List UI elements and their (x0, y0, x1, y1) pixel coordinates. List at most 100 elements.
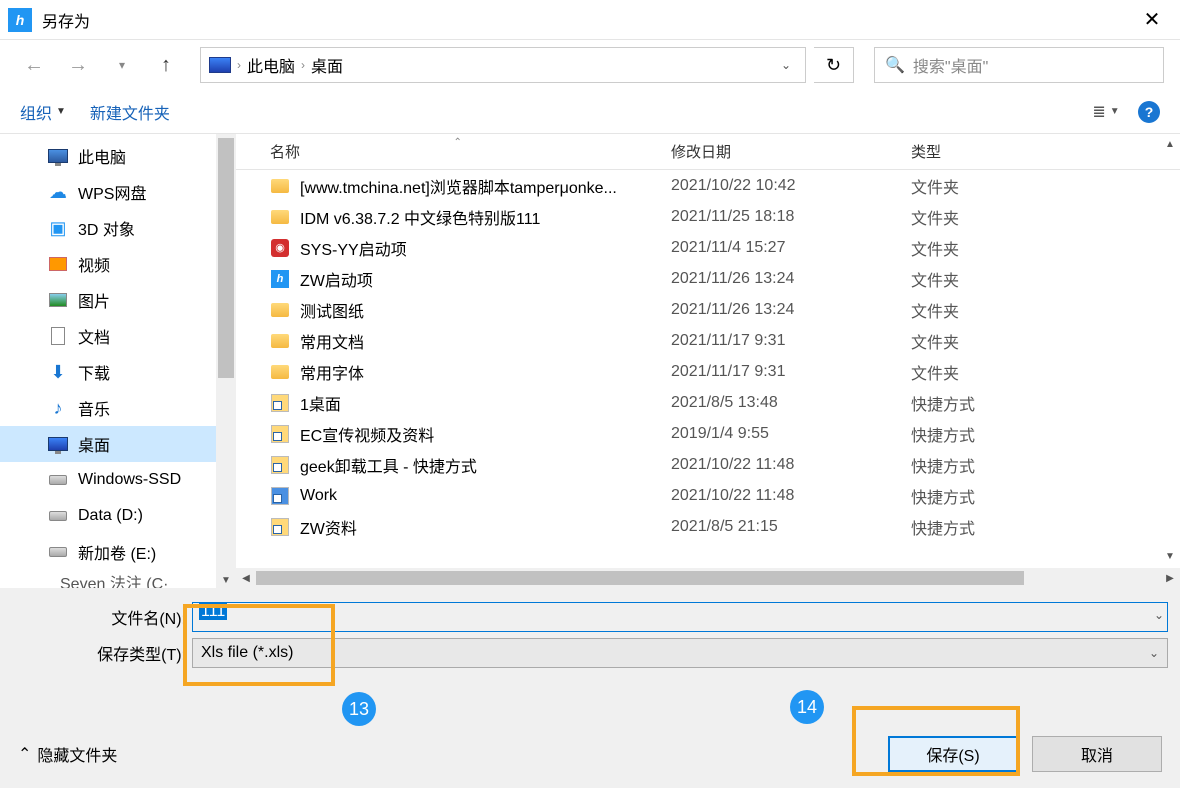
sort-indicator-icon: ⌃ (454, 137, 462, 148)
title-bar: h 另存为 ✕ (0, 0, 1180, 40)
up-button[interactable]: ↑ (148, 47, 184, 83)
file-list-vscroll[interactable]: ▲ ▼ (1160, 134, 1180, 588)
cancel-button[interactable]: 取消 (1032, 736, 1162, 772)
window-title: 另存为 (42, 8, 90, 32)
sidebar-item-8[interactable]: 桌面 (0, 426, 236, 462)
sidebar-item-label: 图片 (78, 288, 110, 312)
file-icon (270, 176, 290, 196)
scroll-down-icon[interactable]: ▼ (1160, 546, 1180, 566)
new-folder-button[interactable]: 新建文件夹 (90, 100, 170, 124)
file-list-hscroll[interactable]: ◀ ▶ (236, 568, 1180, 588)
refresh-button[interactable]: ↻ (814, 47, 854, 83)
sidebar-item-4[interactable]: 图片 (0, 282, 236, 318)
file-type: 文件夹 (911, 298, 1158, 322)
file-row[interactable]: 常用字体2021/11/17 9:31文件夹 (236, 356, 1180, 387)
file-type: 快捷方式 (911, 484, 1158, 508)
help-button[interactable]: ? (1138, 101, 1160, 123)
column-type[interactable]: 类型 (911, 141, 1158, 162)
filename-label: 文件名(N): (12, 605, 192, 629)
back-button[interactable]: ← (16, 47, 52, 83)
sidebar-scrollbar[interactable]: ▲ ▼ (216, 134, 236, 588)
sidebar-item-2[interactable]: ▣3D 对象 (0, 210, 236, 246)
scroll-thumb[interactable] (218, 138, 234, 378)
file-row[interactable]: geek卸载工具 - 快捷方式2021/10/22 11:48快捷方式 (236, 449, 1180, 480)
file-date: 2021/11/26 13:24 (671, 301, 911, 319)
file-type: 文件夹 (911, 205, 1158, 229)
pc-icon (209, 57, 231, 73)
search-input[interactable]: 🔍 搜索"桌面" (874, 47, 1164, 83)
file-type: 快捷方式 (911, 515, 1158, 539)
column-name[interactable]: ⌃ 名称 (236, 141, 671, 162)
file-name: ZW启动项 (300, 267, 373, 291)
file-row[interactable]: ◉SYS-YY启动项2021/11/4 15:27文件夹 (236, 232, 1180, 263)
file-type: 快捷方式 (911, 453, 1158, 477)
sidebar-item-0[interactable]: 此电脑 (0, 138, 236, 174)
view-options-button[interactable]: ≣ ▼ (1086, 100, 1126, 124)
filename-dropdown-icon[interactable]: ⌄ (1154, 608, 1164, 622)
sidebar-item-1[interactable]: ☁WPS网盘 (0, 174, 236, 210)
disk-icon (48, 542, 68, 562)
file-date: 2019/1/4 9:55 (671, 425, 911, 443)
close-button[interactable]: ✕ (1132, 0, 1172, 40)
sidebar-item-cutoff: Seven 法注 (C· (0, 570, 236, 588)
scroll-left-icon[interactable]: ◀ (236, 568, 256, 588)
address-dropdown[interactable]: ⌄ (775, 58, 797, 72)
pic-icon (48, 290, 68, 310)
file-date: 2021/11/17 9:31 (671, 332, 911, 350)
file-icon (270, 207, 290, 227)
toolbar: 组织 ▼ 新建文件夹 ≣ ▼ ? (0, 90, 1180, 134)
hide-folders-toggle[interactable]: ⌃ 隐藏文件夹 (18, 742, 117, 766)
breadcrumb-root[interactable]: 此电脑 (247, 53, 295, 77)
file-name: EC宣传视频及资料 (300, 422, 434, 446)
sidebar-item-label: 文档 (78, 324, 110, 348)
filetype-select[interactable]: Xls file (*.xls) ⌄ (192, 638, 1168, 668)
sidebar-item-7[interactable]: ♪音乐 (0, 390, 236, 426)
disk-icon (48, 506, 68, 526)
scroll-right-icon[interactable]: ▶ (1160, 568, 1180, 588)
sidebar: 此电脑☁WPS网盘▣3D 对象视频图片文档 ⬇下载♪音乐桌面 Windows-SSD… (0, 134, 236, 588)
file-row[interactable]: Work2021/10/22 11:48快捷方式 (236, 480, 1180, 511)
sidebar-item-9[interactable]: Windows-SSD (0, 462, 236, 498)
file-row[interactable]: EC宣传视频及资料2019/1/4 9:55快捷方式 (236, 418, 1180, 449)
chevron-right-icon: › (301, 58, 305, 72)
file-date: 2021/10/22 11:48 (671, 456, 911, 474)
file-row[interactable]: IDM v6.38.7.2 中文绿色特别版1112021/11/25 18:18… (236, 201, 1180, 232)
file-name: 测试图纸 (300, 298, 364, 322)
file-type: 文件夹 (911, 360, 1158, 384)
file-date: 2021/11/17 9:31 (671, 363, 911, 381)
file-row[interactable]: hZW启动项2021/11/26 13:24文件夹 (236, 263, 1180, 294)
organize-menu[interactable]: 组织 ▼ (20, 100, 66, 124)
recent-dropdown[interactable]: ▾ (104, 47, 140, 83)
music-icon: ♪ (48, 398, 68, 418)
breadcrumb-current[interactable]: 桌面 (311, 53, 343, 77)
scroll-down-icon[interactable]: ▼ (216, 570, 236, 588)
sidebar-item-6[interactable]: ⬇下载 (0, 354, 236, 390)
sidebar-item-10[interactable]: Data (D:) (0, 498, 236, 534)
forward-button[interactable]: → (60, 47, 96, 83)
file-icon (270, 455, 290, 475)
filename-input[interactable]: 111 (192, 602, 1168, 632)
address-bar[interactable]: › 此电脑 › 桌面 ⌄ (200, 47, 806, 83)
sidebar-item-label: 视频 (78, 252, 110, 276)
hscroll-thumb[interactable] (256, 571, 1024, 585)
sidebar-item-label: Windows-SSD (78, 471, 181, 489)
save-button[interactable]: 保存(S) (888, 736, 1018, 772)
file-icon: ◉ (270, 238, 290, 258)
file-date: 2021/8/5 21:15 (671, 518, 911, 536)
sidebar-item-11[interactable]: 新加卷 (E:) (0, 534, 236, 570)
sidebar-item-5[interactable]: 文档 (0, 318, 236, 354)
file-date: 2021/10/22 10:42 (671, 177, 911, 195)
column-date[interactable]: 修改日期 (671, 141, 911, 162)
file-row[interactable]: ZW资料2021/8/5 21:15快捷方式 (236, 511, 1180, 542)
doc-icon (48, 326, 68, 346)
file-row[interactable]: [www.tmchina.net]浏览器脚本tamperμonke...2021… (236, 170, 1180, 201)
file-type: 快捷方式 (911, 391, 1158, 415)
bottom-panel: 文件名(N): 111 ⌄ 保存类型(T): Xls file (*.xls) … (0, 588, 1180, 788)
file-row[interactable]: 常用文档2021/11/17 9:31文件夹 (236, 325, 1180, 356)
file-row[interactable]: 测试图纸 2021/11/26 13:24文件夹 (236, 294, 1180, 325)
file-row[interactable]: 1桌面2021/8/5 13:48快捷方式 (236, 387, 1180, 418)
scroll-up-icon[interactable]: ▲ (1160, 134, 1180, 154)
sidebar-item-label: 下载 (78, 360, 110, 384)
sidebar-item-3[interactable]: 视频 (0, 246, 236, 282)
file-name: 1桌面 (300, 391, 341, 415)
